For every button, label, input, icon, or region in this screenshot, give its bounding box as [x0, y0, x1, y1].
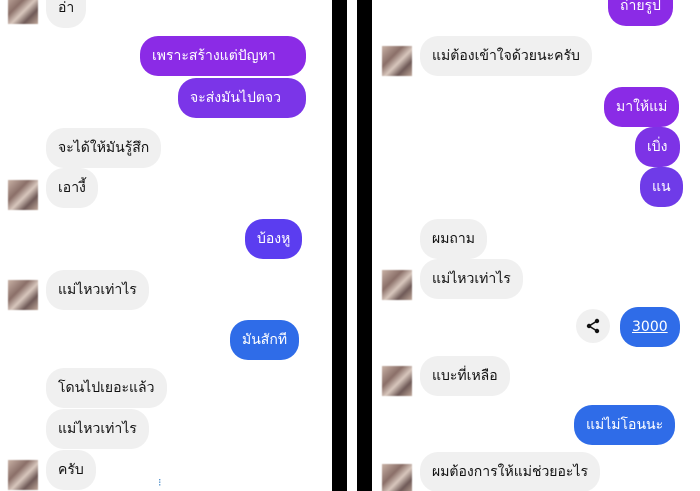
message-incoming[interactable]: ผมต้องการให้แม่ช่วยอะไร [420, 452, 600, 491]
message-outgoing[interactable]: จะส่งมันไปตจว [178, 78, 306, 118]
message-outgoing[interactable]: เบิ่ง [635, 127, 680, 167]
message-outgoing[interactable]: มาให้แม่ [604, 87, 680, 127]
message-incoming[interactable]: แม่ต้องเข้าใจด้วยนะครับ [420, 36, 592, 76]
contact-avatar[interactable] [382, 366, 412, 396]
message-outgoing[interactable]: บ้องหู [245, 219, 303, 259]
message-incoming[interactable]: อ่า [46, 0, 87, 28]
message-incoming[interactable]: เอางี้ [46, 168, 98, 208]
message-outgoing[interactable]: มันสักที [230, 320, 300, 360]
contact-avatar[interactable] [8, 0, 38, 24]
message-outgoing[interactable]: ถ่ายรูป [608, 0, 673, 26]
message-outgoing[interactable]: เพราะสร้างแต่ปัญหา [140, 36, 306, 76]
message-outgoing[interactable]: แน [640, 167, 683, 207]
message-outgoing-amount[interactable]: 3000 [620, 307, 680, 347]
message-incoming[interactable]: โดนไปเยอะแล้ว [46, 368, 167, 408]
divider-left [332, 0, 347, 491]
typing-indicator-icon: ⁝ [158, 476, 162, 489]
message-outgoing[interactable]: แม่ไม่โอนนะ [574, 405, 676, 445]
contact-avatar[interactable] [382, 464, 412, 491]
message-incoming[interactable]: จะได้ให้มันรู้สึก [46, 128, 162, 168]
message-incoming[interactable]: แบะที่เหลือ [420, 356, 510, 396]
left-chat-panel: อ่า เพราะสร้างแต่ปัญหา จะส่งมันไปตจว จะไ… [0, 0, 332, 491]
share-button[interactable] [576, 309, 610, 343]
contact-avatar[interactable] [8, 180, 38, 210]
contact-avatar[interactable] [382, 270, 412, 300]
message-incoming[interactable]: แม่ไหวเท่าไร [420, 259, 523, 299]
contact-avatar[interactable] [8, 280, 38, 310]
divider-right [357, 0, 372, 491]
contact-avatar[interactable] [8, 460, 38, 490]
share-icon [586, 318, 600, 334]
message-incoming[interactable]: แม่ไหวเท่าไร [46, 270, 149, 310]
message-incoming[interactable]: ผมถาม [420, 219, 487, 259]
contact-avatar[interactable] [382, 46, 412, 76]
message-incoming[interactable]: ครับ [46, 450, 96, 490]
message-incoming[interactable]: แม่ไหวเท่าไร [46, 409, 149, 449]
right-chat-panel: ถ่ายรูป แม่ต้องเข้าใจด้วยนะครับ มาให้แม่… [372, 0, 700, 491]
